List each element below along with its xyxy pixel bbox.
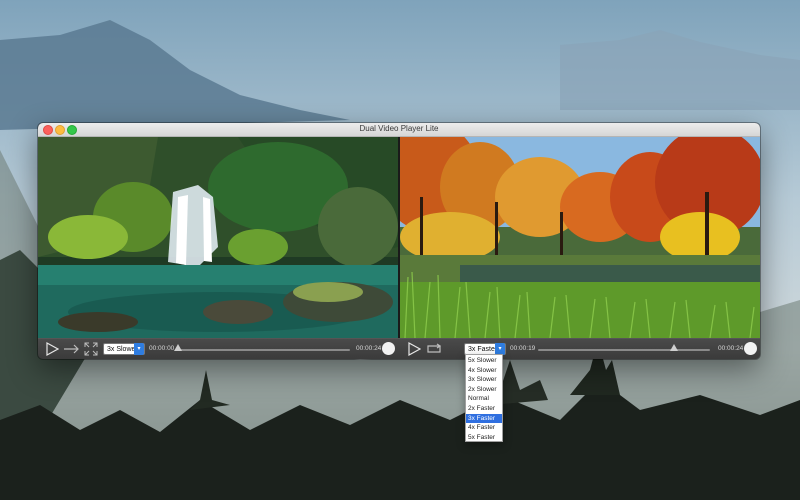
left-progress-knob[interactable] [174,344,182,351]
loop-off-arrow-icon[interactable] [63,343,81,355]
speed-option[interactable]: 5x Faster [466,433,502,443]
left-video-pane[interactable] [38,137,398,338]
control-bar: 3x Slower ▾ 00:00:00 00:00:24 3x Faster … [38,338,760,359]
right-volume-knob[interactable] [744,342,757,355]
right-video-pane[interactable] [400,137,760,338]
right-video-frame [400,137,760,338]
speed-option[interactable]: 5x Slower [466,356,502,366]
left-speed-select[interactable]: 3x Slower ▾ [103,343,145,355]
speed-option[interactable]: 4x Faster [466,423,502,433]
window-title: Dual Video Player Lite [359,124,439,133]
chevron-down-icon: ▾ [134,343,144,355]
right-play-icon[interactable] [407,342,421,356]
speed-option[interactable]: Normal [466,394,502,404]
right-progress-track[interactable] [538,349,710,351]
left-elapsed-time: 00:00:00 [149,345,175,352]
app-window: Dual Video Player Lite 3x Slower ▾ 00:00… [38,123,760,359]
right-progress-knob[interactable] [669,344,678,351]
left-volume-knob[interactable] [382,342,395,355]
speed-option[interactable]: 2x Faster [466,404,502,414]
title-bar[interactable]: Dual Video Player Lite [38,123,760,137]
right-elapsed-time: 00:00:19 [510,345,536,352]
left-progress-track[interactable] [178,349,350,351]
left-duration: 00:00:24 [356,345,382,352]
speed-option[interactable]: 2x Slower [466,385,502,395]
speed-option[interactable]: 4x Slower [466,366,502,376]
speed-option[interactable]: 3x Faster [466,413,502,424]
speed-dropdown-menu: 5x Slower 4x Slower 3x Slower 2x Slower Norm… [465,354,503,442]
right-speed-value: 3x Faster [468,346,498,353]
speed-option[interactable]: 3x Slower [466,375,502,385]
left-play-icon[interactable] [45,342,59,356]
left-video-frame [38,137,398,338]
right-duration: 00:00:24 [718,345,744,352]
loop-icon[interactable] [425,343,443,355]
left-fullscreen-icon[interactable] [84,342,98,356]
